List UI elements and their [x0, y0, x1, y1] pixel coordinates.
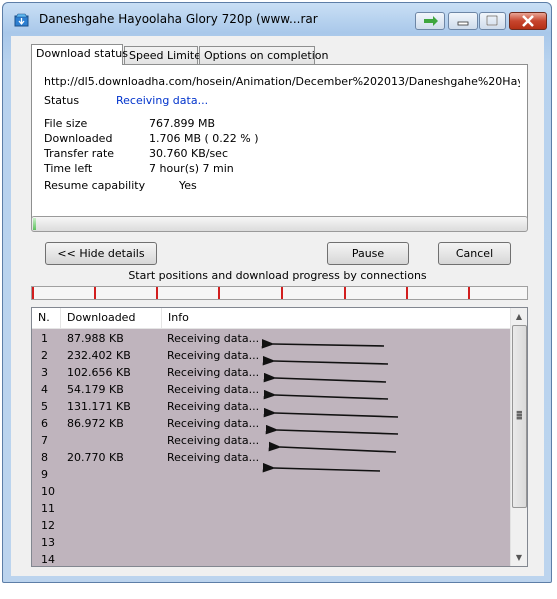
cancel-button[interactable]: Cancel [438, 242, 511, 265]
time-left-label: Time left [44, 162, 93, 175]
status-label: Status [44, 94, 80, 107]
annotation-arrow [262, 355, 389, 366]
pause-button[interactable]: Pause [327, 242, 409, 265]
annotation-arrow [263, 389, 389, 400]
annotation-arrow [262, 462, 381, 473]
time-left-value: 7 hour(s) 7 min [149, 162, 234, 175]
close-icon [522, 15, 534, 27]
annotation-arrow [265, 424, 399, 435]
minimize-button[interactable] [448, 12, 478, 30]
download-window: Daneshgahe Hayoolaha Glory 720p (www...r… [2, 2, 552, 583]
connection-start-marker [156, 287, 158, 299]
connection-start-marker [468, 287, 470, 299]
green-arrow-icon [424, 16, 438, 26]
transfer-rate-value: 30.760 KB/sec [149, 147, 228, 160]
connection-start-marker [94, 287, 96, 299]
download-url: http://dl5.downloadha.com/hosein/Animati… [44, 75, 520, 88]
annotation-arrows [261, 338, 399, 473]
connections-list[interactable]: N. Downloaded Info 1 87.988 KB Receiving d… [31, 307, 528, 567]
file-size-label: File size [44, 117, 88, 130]
connections-caption: Start positions and download progress by… [128, 269, 427, 282]
tab-options-on-completion[interactable]: Options on completion [199, 46, 329, 64]
downloaded-value: 1.706 MB ( 0.22 % ) [149, 132, 259, 145]
connection-start-marker [218, 287, 220, 299]
scrollbar-thumb[interactable]: ▬ ▬ ▬ [512, 325, 527, 508]
annotation-arrow [263, 407, 399, 418]
minimize-icon [457, 21, 469, 26]
connection-start-marker [32, 287, 34, 299]
window-title: Daneshgahe Hayoolaha Glory 720p (www...r… [39, 12, 318, 26]
downloaded-label: Downloaded [44, 132, 113, 145]
resume-capability-value: Yes [179, 179, 197, 192]
scroll-down-arrow-icon[interactable]: ▼ [511, 549, 527, 566]
title-bar[interactable]: Daneshgahe Hayoolaha Glory 720p (www...r… [3, 3, 551, 37]
grip-icon: ▬ ▬ ▬ [516, 408, 523, 422]
status-value: Receiving data... [116, 94, 209, 107]
vertical-scrollbar[interactable]: ▲ ▬ ▬ ▬ ▼ [510, 308, 527, 566]
minimize-to-tray-button[interactable] [415, 12, 445, 30]
annotation-arrow [263, 372, 387, 383]
annotation-arrow [268, 441, 397, 453]
scroll-up-arrow-icon[interactable]: ▲ [511, 308, 527, 325]
file-size-value: 767.899 MB [149, 117, 216, 130]
connection-progress-bar [31, 286, 528, 300]
idm-app-icon [14, 13, 29, 27]
hide-details-button[interactable]: << Hide details [45, 242, 157, 265]
transfer-rate-label: Transfer rate [44, 147, 115, 160]
maximize-button[interactable] [479, 12, 506, 30]
progress-bar-fill [33, 218, 37, 230]
dialog-client-area: Download status Speed Limiter Options on… [11, 36, 544, 576]
tab-speed-limiter[interactable]: Speed Limiter [124, 46, 206, 64]
connection-start-marker [281, 287, 283, 299]
tab-download-status[interactable]: Download status [31, 44, 128, 65]
close-button[interactable] [509, 12, 547, 30]
download-progress-bar [31, 216, 528, 232]
connection-start-marker [406, 287, 408, 299]
connection-start-marker [344, 287, 346, 299]
maximize-icon [486, 15, 498, 26]
resume-capability-label: Resume capability [44, 179, 146, 192]
annotation-arrow [261, 338, 385, 349]
download-status-panel: http://dl5.downloadha.com/hosein/Animati… [31, 64, 528, 227]
